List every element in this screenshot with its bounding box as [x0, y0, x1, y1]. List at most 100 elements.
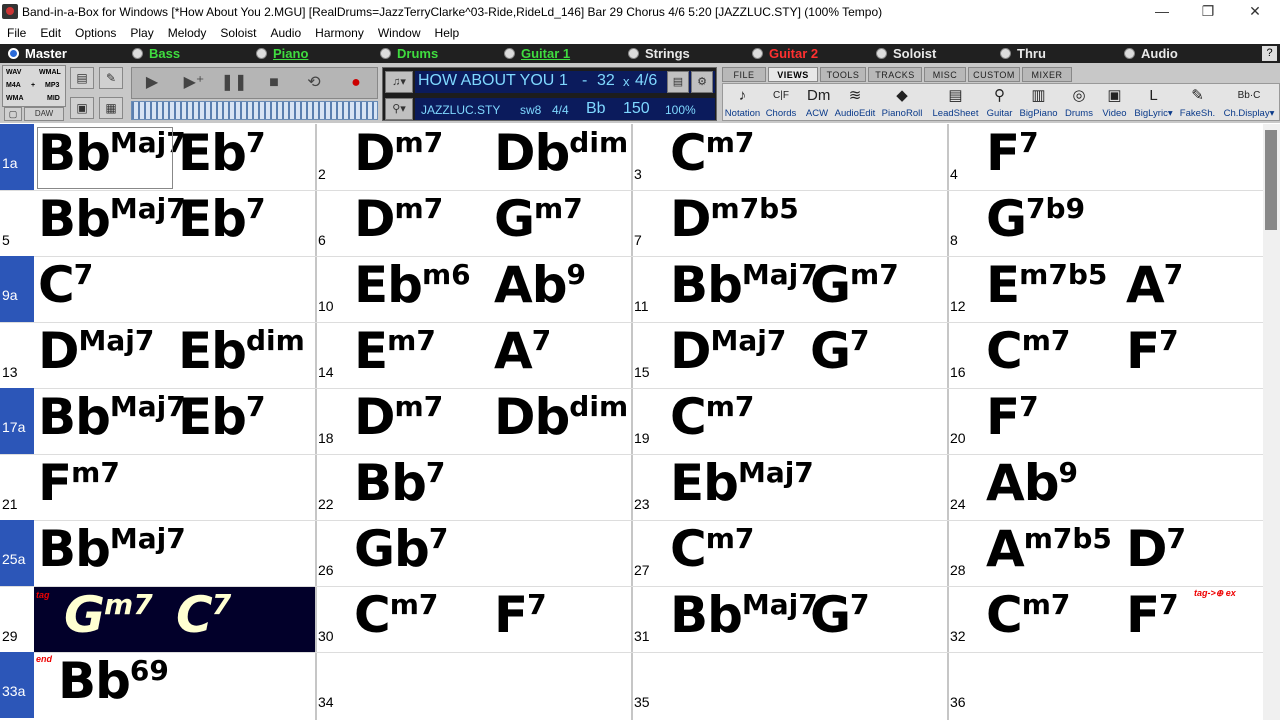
- bar-13[interactable]: 13 DMaj7 Ebdim: [0, 322, 315, 388]
- view-pianoroll[interactable]: ◆ PianoRoll: [876, 84, 928, 122]
- save-icon[interactable]: ▣: [70, 97, 94, 119]
- chord-symbol[interactable]: DMaj7: [38, 322, 154, 388]
- bar-12[interactable]: 12 Em7b5 A7: [948, 256, 1263, 322]
- style-picker-icon[interactable]: ⚲▾: [385, 98, 413, 120]
- chord-symbol[interactable]: F7: [494, 586, 547, 652]
- chord-symbol[interactable]: Ebm6: [354, 256, 471, 322]
- play-from-icon[interactable]: ▶⁺: [174, 68, 214, 98]
- bar-19[interactable]: 19 Cm7: [632, 388, 947, 454]
- end-bar[interactable]: 32: [597, 72, 615, 90]
- chord-symbol[interactable]: Dbdim: [494, 124, 628, 190]
- bar-17a[interactable]: 17a BbMaj7 Eb7: [0, 388, 315, 454]
- chord-symbol[interactable]: A7: [494, 322, 551, 388]
- radio-icon[interactable]: [752, 48, 763, 59]
- format-wma[interactable]: WMA: [6, 95, 24, 102]
- bar-20[interactable]: 20 F7: [948, 388, 1263, 454]
- bar-2[interactable]: 2 Dm7 Dbdim: [316, 124, 631, 190]
- track-drums[interactable]: Drums: [380, 44, 500, 63]
- view-biglyric[interactable]: L BigLyric▾: [1132, 84, 1175, 122]
- bar-6[interactable]: 6 Dm7 Gm7: [316, 190, 631, 256]
- view-notation[interactable]: ♪ Notation: [723, 84, 762, 122]
- edit-icon[interactable]: ✎: [99, 67, 123, 89]
- chord-symbol[interactable]: BbMaj7: [38, 190, 186, 256]
- menu-soloist[interactable]: Soloist: [213, 23, 263, 41]
- format-mid[interactable]: MID: [47, 95, 60, 102]
- chord-symbol[interactable]: C7: [38, 256, 93, 322]
- bar-30[interactable]: 30 Cm7 F7: [316, 586, 631, 652]
- view-video[interactable]: ▣ Video: [1097, 84, 1132, 122]
- view-chdisplay[interactable]: Bb·C Ch.Display▾: [1220, 84, 1278, 122]
- chord-symbol[interactable]: Dm7: [354, 124, 443, 190]
- settings-icon[interactable]: ⚙: [691, 71, 713, 93]
- chord-symbol[interactable]: D7: [1126, 520, 1186, 586]
- audio-format-box[interactable]: WAV WMAL M4A + MP3 WMA MID: [2, 65, 66, 107]
- menu-options[interactable]: Options: [68, 23, 123, 41]
- track-guitar-2[interactable]: Guitar 2: [752, 44, 872, 63]
- song-key[interactable]: Bb: [586, 100, 606, 118]
- chord-symbol[interactable]: BbMaj7: [670, 586, 818, 652]
- chord-symbol[interactable]: G7: [810, 586, 870, 652]
- chord-symbol[interactable]: F7: [1126, 586, 1179, 652]
- chord-symbol[interactable]: BbMaj7: [38, 520, 186, 586]
- bar-26[interactable]: 26 Gb7: [316, 520, 631, 586]
- bar-31[interactable]: 31 BbMaj7 G7: [632, 586, 947, 652]
- radio-icon[interactable]: [256, 48, 267, 59]
- format-mp3[interactable]: MP3: [45, 82, 59, 89]
- help-button[interactable]: ?: [1262, 46, 1277, 61]
- menu-audio[interactable]: Audio: [263, 23, 308, 41]
- track-guitar-1[interactable]: Guitar 1: [504, 44, 624, 63]
- tab-tracks[interactable]: TRACKS: [868, 67, 922, 82]
- chord-symbol[interactable]: Fm7: [38, 454, 120, 520]
- view-drums[interactable]: ◎ Drums: [1061, 84, 1097, 122]
- track-thru[interactable]: Thru: [1000, 44, 1120, 63]
- chord-symbol[interactable]: Gb7: [354, 520, 448, 586]
- play-icon[interactable]: ▶: [132, 68, 172, 98]
- view-fakesh[interactable]: ✎ FakeSh.: [1175, 84, 1220, 122]
- song-progress-bar[interactable]: [131, 101, 378, 120]
- chord-symbol[interactable]: Cm7: [986, 586, 1070, 652]
- chord-symbol[interactable]: Bb69: [58, 652, 169, 718]
- song-title[interactable]: HOW ABOUT YOU: [418, 72, 554, 90]
- view-guitar[interactable]: ⚲ Guitar: [983, 84, 1016, 122]
- format-wav[interactable]: WAV: [6, 69, 21, 76]
- tab-tools[interactable]: TOOLS: [820, 67, 866, 82]
- bar-24[interactable]: 24 Ab9: [948, 454, 1263, 520]
- bar-28[interactable]: 28 Am7b5 D7: [948, 520, 1263, 586]
- pause-icon[interactable]: ❚❚: [214, 68, 254, 98]
- chord-symbol[interactable]: Dm7b5: [670, 190, 799, 256]
- chord-symbol[interactable]: EbMaj7: [670, 454, 814, 520]
- daw-icon[interactable]: ▢: [4, 107, 22, 121]
- chord-symbol[interactable]: Eb7: [178, 388, 265, 454]
- track-bass[interactable]: Bass: [132, 44, 252, 63]
- chord-symbol[interactable]: Em7: [354, 322, 436, 388]
- open-icon[interactable]: ▤: [70, 67, 94, 89]
- track-master[interactable]: Master: [8, 44, 128, 63]
- menu-harmony[interactable]: Harmony: [308, 23, 371, 41]
- chord-symbol[interactable]: Ab9: [494, 256, 586, 322]
- chord-symbol[interactable]: Cm7: [986, 322, 1070, 388]
- bar-18[interactable]: 18 Dm7 Dbdim: [316, 388, 631, 454]
- bar-5[interactable]: 5 BbMaj7 Eb7: [0, 190, 315, 256]
- bar-7[interactable]: 7 Dm7b5: [632, 190, 947, 256]
- daw-button[interactable]: DAW: [24, 107, 64, 121]
- bar-15[interactable]: 15 DMaj7 G7: [632, 322, 947, 388]
- chord-symbol[interactable]: Cm7: [670, 388, 754, 454]
- radio-icon[interactable]: [132, 48, 143, 59]
- track-audio[interactable]: Audio: [1124, 44, 1244, 63]
- view-leadsheet[interactable]: ▤ LeadSheet: [928, 84, 983, 122]
- style-name[interactable]: JAZZLUC.STY: [421, 103, 500, 117]
- view-acw[interactable]: Dm ACW: [800, 84, 834, 122]
- chord-symbol[interactable]: Eb7: [178, 124, 265, 190]
- chord-symbol[interactable]: Gm7: [494, 190, 583, 256]
- bar-22[interactable]: 22 Bb7: [316, 454, 631, 520]
- bar-34[interactable]: 34: [316, 652, 631, 718]
- menu-play[interactable]: Play: [123, 23, 160, 41]
- format-wmal[interactable]: WMAL: [39, 69, 61, 76]
- start-bar[interactable]: 1: [559, 72, 568, 90]
- radio-icon[interactable]: [876, 48, 887, 59]
- view-chords[interactable]: C|F Chords: [762, 84, 800, 122]
- bar-3[interactable]: 3 Cm7: [632, 124, 947, 190]
- bar-36[interactable]: 36: [948, 652, 1263, 718]
- bar-23[interactable]: 23 EbMaj7: [632, 454, 947, 520]
- radio-icon[interactable]: [380, 48, 391, 59]
